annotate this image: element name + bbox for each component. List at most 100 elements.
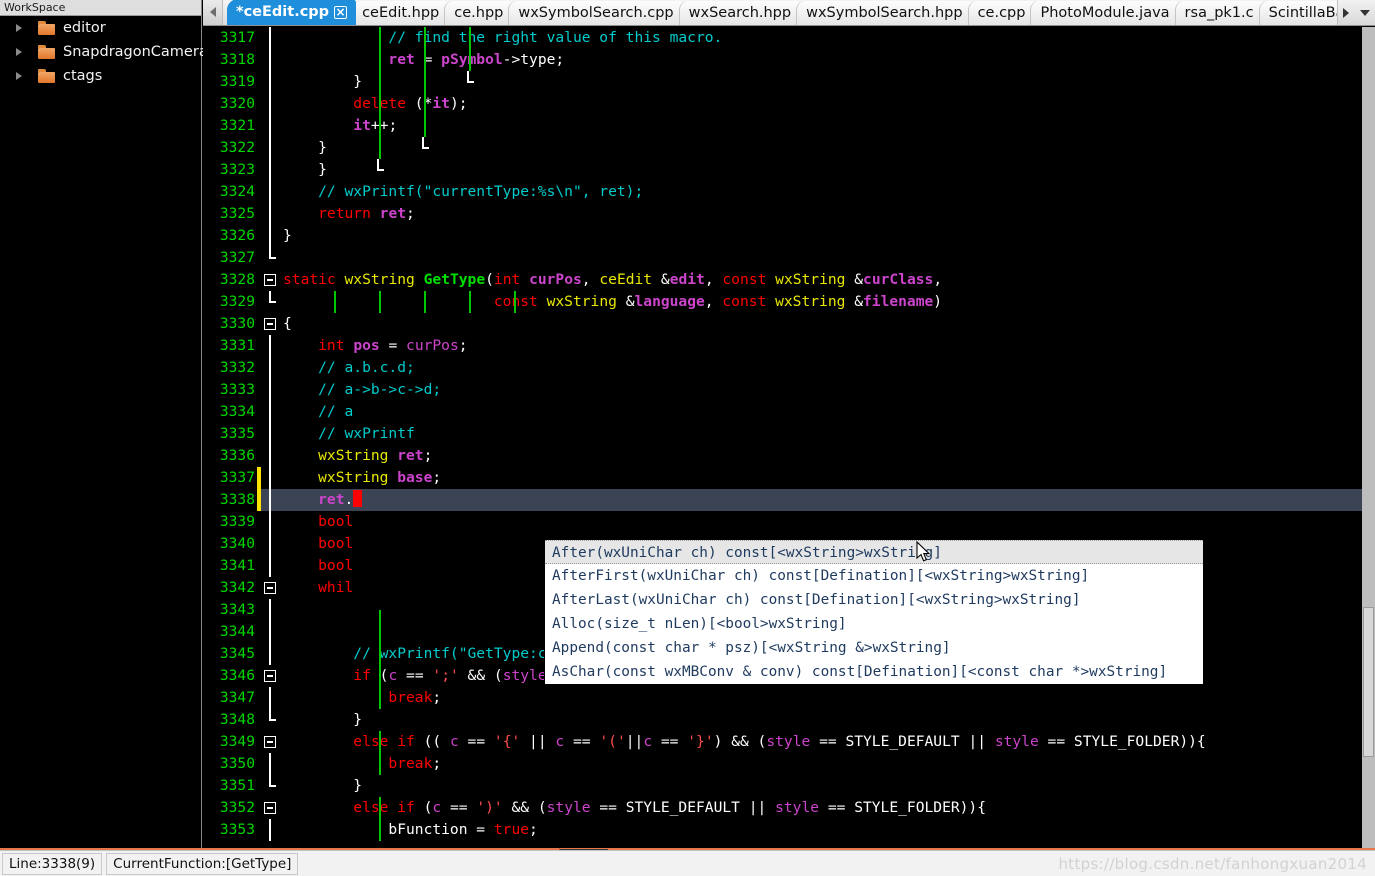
autocomplete-item[interactable]: After(wxUniChar ch) const[<wxString>wxSt… bbox=[545, 540, 1203, 564]
code-line[interactable]: 3333 // a->b->c->d; bbox=[203, 379, 1363, 401]
code-line[interactable]: 3321 it++; bbox=[203, 115, 1363, 137]
fold-column[interactable] bbox=[261, 159, 281, 181]
code-text[interactable]: { bbox=[281, 313, 1363, 335]
code-line[interactable]: 3320 delete (*it); bbox=[203, 93, 1363, 115]
code-line[interactable]: 3322 } bbox=[203, 137, 1363, 159]
autocomplete-item[interactable]: Append(const char * psz)[<wxString &>wxS… bbox=[545, 636, 1203, 660]
autocomplete-item[interactable]: AfterLast(wxUniChar ch) const[Defination… bbox=[545, 588, 1203, 612]
fold-column[interactable] bbox=[261, 797, 281, 819]
code-text[interactable]: else if (( c == '{' || c == '('||c == '}… bbox=[281, 731, 1363, 753]
code-text[interactable]: ret = pSymbol->type; bbox=[281, 49, 1363, 71]
code-text[interactable]: wxString base; bbox=[281, 467, 1363, 489]
code-line[interactable]: 3326 } bbox=[203, 225, 1363, 247]
close-icon[interactable]: × bbox=[334, 5, 348, 19]
code-line[interactable]: 3328 static wxString GetType(int curPos,… bbox=[203, 269, 1363, 291]
code-text[interactable]: // a.b.c.d; bbox=[281, 357, 1363, 379]
tab-ce-cpp[interactable]: ce.cpp bbox=[967, 1, 1035, 25]
fold-column[interactable] bbox=[261, 379, 281, 401]
fold-column[interactable] bbox=[261, 291, 281, 313]
code-line[interactable]: 3336 wxString ret; bbox=[203, 445, 1363, 467]
sidebar-item-snapdragoncamera[interactable]: SnapdragonCamera bbox=[0, 40, 208, 64]
code-text[interactable]: // a->b->c->d; bbox=[281, 379, 1363, 401]
fold-column[interactable] bbox=[261, 137, 281, 159]
code-line[interactable]: 3319 } bbox=[203, 71, 1363, 93]
fold-column[interactable] bbox=[261, 643, 281, 665]
fold-column[interactable] bbox=[261, 313, 281, 335]
fold-column[interactable] bbox=[261, 181, 281, 203]
code-editor[interactable]: 3317 // find the right value of this mac… bbox=[203, 27, 1375, 848]
code-text[interactable]: return ret; bbox=[281, 203, 1363, 225]
fold-column[interactable] bbox=[261, 247, 281, 269]
autocomplete-item[interactable]: AfterFirst(wxUniChar ch) const[Definatio… bbox=[545, 564, 1203, 588]
fold-column[interactable] bbox=[261, 467, 281, 489]
vertical-scrollbar[interactable] bbox=[1362, 27, 1375, 848]
code-text[interactable]: break; bbox=[281, 687, 1363, 709]
code-line[interactable]: 3348 } bbox=[203, 709, 1363, 731]
code-line[interactable]: 3332 // a.b.c.d; bbox=[203, 357, 1363, 379]
fold-column[interactable] bbox=[261, 269, 281, 291]
triangle-right-icon[interactable] bbox=[12, 69, 26, 83]
fold-column[interactable] bbox=[261, 335, 281, 357]
autocomplete-item[interactable]: AsChar(const wxMBConv & conv) const[Defi… bbox=[545, 660, 1203, 684]
tab-ceedit-hpp[interactable]: ceEdit.hpp bbox=[352, 1, 449, 25]
fold-column[interactable] bbox=[261, 511, 281, 533]
code-line[interactable]: 3324 // wxPrintf("currentType:%s\n", ret… bbox=[203, 181, 1363, 203]
code-line[interactable]: 3347 break; bbox=[203, 687, 1363, 709]
fold-column[interactable] bbox=[261, 71, 281, 93]
code-text[interactable]: } bbox=[281, 137, 1363, 159]
triangle-left-icon[interactable] bbox=[203, 0, 223, 25]
code-text[interactable]: static wxString GetType(int curPos, ceEd… bbox=[281, 269, 1363, 291]
sidebar-item-ctags[interactable]: ctags bbox=[0, 64, 201, 88]
fold-column[interactable] bbox=[261, 731, 281, 753]
code-line[interactable]: 3323 } bbox=[203, 159, 1363, 181]
fold-column[interactable] bbox=[261, 27, 281, 49]
code-line[interactable]: 3334 // a bbox=[203, 401, 1363, 423]
code-text[interactable]: bFunction = true; bbox=[281, 819, 1363, 841]
fold-column[interactable] bbox=[261, 577, 281, 599]
triangle-right-icon[interactable] bbox=[12, 45, 26, 59]
code-text[interactable]: } bbox=[281, 159, 1363, 181]
fold-column[interactable] bbox=[261, 775, 281, 797]
code-line[interactable]: 3330 { bbox=[203, 313, 1363, 335]
code-text[interactable]: // wxPrintf("currentType:%s\n", ret); bbox=[281, 181, 1363, 203]
code-text[interactable]: } bbox=[281, 709, 1363, 731]
code-text[interactable]: int pos = curPos; bbox=[281, 335, 1363, 357]
code-text[interactable]: wxString ret; bbox=[281, 445, 1363, 467]
fold-column[interactable] bbox=[261, 709, 281, 731]
fold-column[interactable] bbox=[261, 49, 281, 71]
fold-column[interactable] bbox=[261, 489, 281, 511]
code-text[interactable]: break; bbox=[281, 753, 1363, 775]
code-text[interactable]: ret. bbox=[281, 489, 1363, 511]
code-line[interactable]: 3339 bool bbox=[203, 511, 1363, 533]
code-text[interactable]: // wxPrintf bbox=[281, 423, 1363, 445]
tab-ceedit-cpp[interactable]: *ceEdit.cpp × bbox=[227, 0, 357, 25]
fold-column[interactable] bbox=[261, 555, 281, 577]
code-line[interactable]: 3352 else if (c == ')' && (style == STYL… bbox=[203, 797, 1363, 819]
code-text[interactable]: else if (c == ')' && (style == STYLE_DEF… bbox=[281, 797, 1363, 819]
autocomplete-popup[interactable]: After(wxUniChar ch) const[<wxString>wxSt… bbox=[544, 539, 1204, 685]
code-line[interactable]: 3329 const wxString &language, const wxS… bbox=[203, 291, 1363, 313]
fold-column[interactable] bbox=[261, 93, 281, 115]
tab-photomodule-java[interactable]: PhotoModule.java bbox=[1030, 1, 1179, 25]
code-line[interactable]: 3351 } bbox=[203, 775, 1363, 797]
fold-column[interactable] bbox=[261, 533, 281, 555]
triangle-right-icon[interactable] bbox=[12, 21, 26, 35]
chevron-down-icon[interactable] bbox=[1360, 10, 1370, 16]
fold-column[interactable] bbox=[261, 687, 281, 709]
tab-rsa-pk1-c[interactable]: rsa_pk1.c bbox=[1174, 1, 1263, 25]
code-text[interactable]: // a bbox=[281, 401, 1363, 423]
code-line[interactable]: 3327 bbox=[203, 247, 1363, 269]
code-text[interactable]: const wxString &language, const wxString… bbox=[281, 291, 1363, 313]
code-text[interactable]: } bbox=[281, 71, 1363, 93]
fold-column[interactable] bbox=[261, 357, 281, 379]
tab-ce-hpp[interactable]: ce.hpp bbox=[444, 1, 513, 25]
fold-column[interactable] bbox=[261, 203, 281, 225]
code-line[interactable]: 3331 int pos = curPos; bbox=[203, 335, 1363, 357]
fold-column[interactable] bbox=[261, 445, 281, 467]
fold-column[interactable] bbox=[261, 599, 281, 621]
code-text[interactable]: // find the right value of this macro. bbox=[281, 27, 1363, 49]
fold-column[interactable] bbox=[261, 225, 281, 247]
fold-column[interactable] bbox=[261, 819, 281, 841]
fold-column[interactable] bbox=[261, 621, 281, 643]
code-line[interactable]: 3350 break; bbox=[203, 753, 1363, 775]
